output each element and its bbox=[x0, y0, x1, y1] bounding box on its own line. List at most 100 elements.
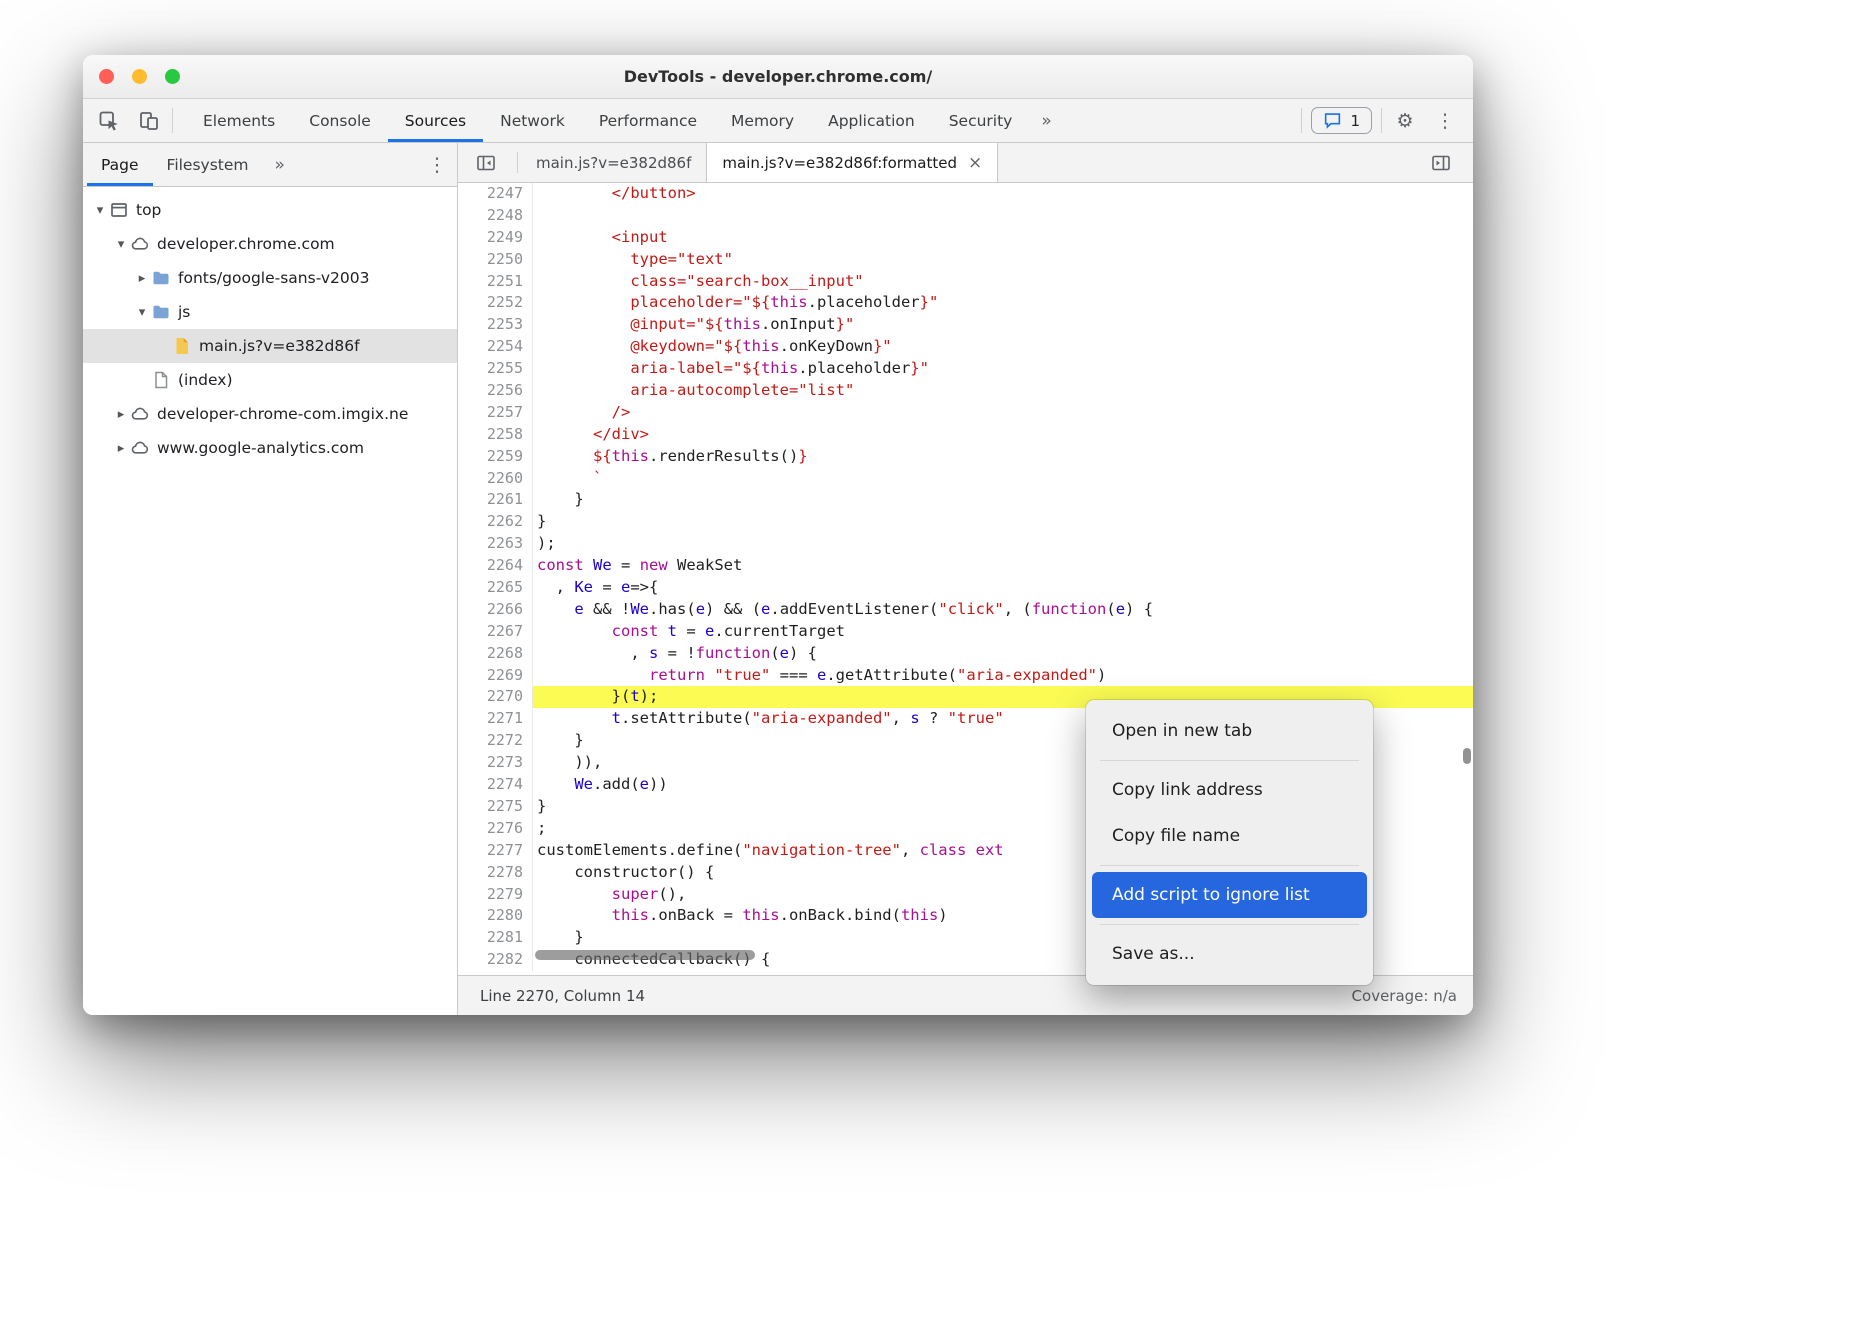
close-tab-icon[interactable]: × bbox=[968, 153, 982, 173]
line-number[interactable]: 2272 bbox=[458, 730, 533, 752]
code-line-text[interactable]: class="search-box__input" bbox=[533, 271, 1473, 293]
code-line-text[interactable]: type="text" bbox=[533, 249, 1473, 271]
menu-item-copy-link-address[interactable]: Copy link address bbox=[1092, 767, 1367, 813]
code-line-text[interactable]: </div> bbox=[533, 424, 1473, 446]
line-number[interactable]: 2278 bbox=[458, 862, 533, 884]
tree-item-fonts-google-sans-v2003[interactable]: ▸fonts/google-sans-v2003 bbox=[83, 261, 457, 295]
more-panels-button[interactable]: » bbox=[1029, 99, 1063, 142]
tree-item-top[interactable]: ▾top bbox=[83, 193, 457, 227]
more-sidebar-tabs-button[interactable]: » bbox=[263, 143, 297, 186]
tab-elements[interactable]: Elements bbox=[186, 99, 292, 142]
code-line-text[interactable]: } bbox=[533, 489, 1473, 511]
line-number[interactable]: 2276 bbox=[458, 818, 533, 840]
line-number[interactable]: 2280 bbox=[458, 905, 533, 927]
line-number[interactable]: 2258 bbox=[458, 424, 533, 446]
tab-network[interactable]: Network bbox=[483, 99, 582, 142]
tab-console[interactable]: Console bbox=[292, 99, 388, 142]
code-line-text[interactable]: <input bbox=[533, 227, 1473, 249]
sidebar-tab-page[interactable]: Page bbox=[87, 143, 153, 186]
tab-memory[interactable]: Memory bbox=[714, 99, 811, 142]
editor-tab-main-js-v-e382d86f-formatted[interactable]: main.js?v=e382d86f:formatted× bbox=[706, 143, 998, 182]
horizontal-scrollbar-thumb[interactable] bbox=[535, 950, 755, 960]
line-number[interactable]: 2249 bbox=[458, 227, 533, 249]
code-line-text[interactable]: , Ke = e=>{ bbox=[533, 577, 1473, 599]
close-window-button[interactable] bbox=[99, 69, 114, 84]
tree-item-www-google-analytics-com[interactable]: ▸www.google-analytics.com bbox=[83, 431, 457, 465]
line-number[interactable]: 2277 bbox=[458, 840, 533, 862]
device-toolbar-button[interactable] bbox=[129, 99, 169, 142]
menu-item-copy-file-name[interactable]: Copy file name bbox=[1092, 813, 1367, 859]
line-number[interactable]: 2247 bbox=[458, 183, 533, 205]
code-line-text[interactable]: aria-autocomplete="list" bbox=[533, 380, 1473, 402]
tab-performance[interactable]: Performance bbox=[582, 99, 714, 142]
issues-counter[interactable]: 1 bbox=[1311, 107, 1372, 134]
line-number[interactable]: 2260 bbox=[458, 468, 533, 490]
menu-item-open-in-new-tab[interactable]: Open in new tab bbox=[1092, 708, 1367, 754]
line-number[interactable]: 2251 bbox=[458, 271, 533, 293]
tab-application[interactable]: Application bbox=[811, 99, 932, 142]
code-line-text[interactable]: placeholder="${this.placeholder}" bbox=[533, 292, 1473, 314]
line-number[interactable]: 2273 bbox=[458, 752, 533, 774]
code-line-text[interactable]: e && !We.has(e) && (e.addEventListener("… bbox=[533, 599, 1473, 621]
line-number[interactable]: 2279 bbox=[458, 884, 533, 906]
toggle-debugger-sidebar-button[interactable] bbox=[1413, 143, 1469, 182]
code-line-text[interactable] bbox=[533, 205, 1473, 227]
editor-tab-main-js-v-e382d86f[interactable]: main.js?v=e382d86f bbox=[521, 143, 706, 182]
disclosure-triangle-icon[interactable]: ▸ bbox=[133, 271, 151, 286]
line-number[interactable]: 2264 bbox=[458, 555, 533, 577]
line-number[interactable]: 2253 bbox=[458, 314, 533, 336]
code-line-text[interactable]: @input="${this.onInput}" bbox=[533, 314, 1473, 336]
line-number[interactable]: 2257 bbox=[458, 402, 533, 424]
line-number[interactable]: 2269 bbox=[458, 665, 533, 687]
sidebar-tab-filesystem[interactable]: Filesystem bbox=[153, 143, 263, 186]
tree-item-developer-chrome-com-imgix-ne[interactable]: ▸developer-chrome-com.imgix.ne bbox=[83, 397, 457, 431]
more-options-button[interactable]: ⋮ bbox=[1425, 99, 1465, 142]
code-line-text[interactable]: aria-label="${this.placeholder}" bbox=[533, 358, 1473, 380]
line-number[interactable]: 2259 bbox=[458, 446, 533, 468]
line-number[interactable]: 2282 bbox=[458, 949, 533, 971]
code-line-text[interactable]: return "true" === e.getAttribute("aria-e… bbox=[533, 665, 1473, 687]
vertical-scrollbar-thumb[interactable] bbox=[1463, 748, 1471, 764]
minimize-window-button[interactable] bbox=[132, 69, 147, 84]
line-number[interactable]: 2252 bbox=[458, 292, 533, 314]
tree-item-main-js-v-e382d86f[interactable]: main.js?v=e382d86f bbox=[83, 329, 457, 363]
line-number[interactable]: 2275 bbox=[458, 796, 533, 818]
line-number[interactable]: 2267 bbox=[458, 621, 533, 643]
line-number[interactable]: 2266 bbox=[458, 599, 533, 621]
line-number[interactable]: 2268 bbox=[458, 643, 533, 665]
line-number[interactable]: 2261 bbox=[458, 489, 533, 511]
sidebar-more-options-button[interactable]: ⋮ bbox=[417, 143, 457, 186]
menu-item-add-script-to-ignore-list[interactable]: Add script to ignore list bbox=[1092, 872, 1367, 918]
code-line-text[interactable]: @keydown="${this.onKeyDown}" bbox=[533, 336, 1473, 358]
line-number[interactable]: 2271 bbox=[458, 708, 533, 730]
line-number[interactable]: 2255 bbox=[458, 358, 533, 380]
code-line-text[interactable]: </button> bbox=[533, 183, 1473, 205]
disclosure-triangle-icon[interactable]: ▾ bbox=[133, 305, 151, 320]
zoom-window-button[interactable] bbox=[165, 69, 180, 84]
line-number[interactable]: 2270 bbox=[458, 686, 533, 708]
code-line-text[interactable]: ${this.renderResults()} bbox=[533, 446, 1473, 468]
tab-sources[interactable]: Sources bbox=[388, 99, 483, 142]
code-line-text[interactable]: ` bbox=[533, 468, 1473, 490]
settings-button[interactable]: ⚙ bbox=[1385, 99, 1425, 142]
tab-security[interactable]: Security bbox=[932, 99, 1030, 142]
line-number[interactable]: 2262 bbox=[458, 511, 533, 533]
line-number[interactable]: 2265 bbox=[458, 577, 533, 599]
line-number[interactable]: 2263 bbox=[458, 533, 533, 555]
code-line-text[interactable]: , s = !function(e) { bbox=[533, 643, 1473, 665]
line-number[interactable]: 2274 bbox=[458, 774, 533, 796]
line-number[interactable]: 2256 bbox=[458, 380, 533, 402]
disclosure-triangle-icon[interactable]: ▸ bbox=[112, 441, 130, 456]
inspect-element-button[interactable] bbox=[89, 99, 129, 142]
line-number[interactable]: 2281 bbox=[458, 927, 533, 949]
disclosure-triangle-icon[interactable]: ▾ bbox=[112, 237, 130, 252]
line-number[interactable]: 2248 bbox=[458, 205, 533, 227]
toggle-navigator-button[interactable] bbox=[458, 143, 514, 182]
code-line-text[interactable]: const t = e.currentTarget bbox=[533, 621, 1473, 643]
tree-item-index[interactable]: (index) bbox=[83, 363, 457, 397]
disclosure-triangle-icon[interactable]: ▸ bbox=[112, 407, 130, 422]
line-number[interactable]: 2250 bbox=[458, 249, 533, 271]
menu-item-save-as[interactable]: Save as... bbox=[1092, 931, 1367, 977]
line-number[interactable]: 2254 bbox=[458, 336, 533, 358]
tree-item-developer-chrome-com[interactable]: ▾developer.chrome.com bbox=[83, 227, 457, 261]
